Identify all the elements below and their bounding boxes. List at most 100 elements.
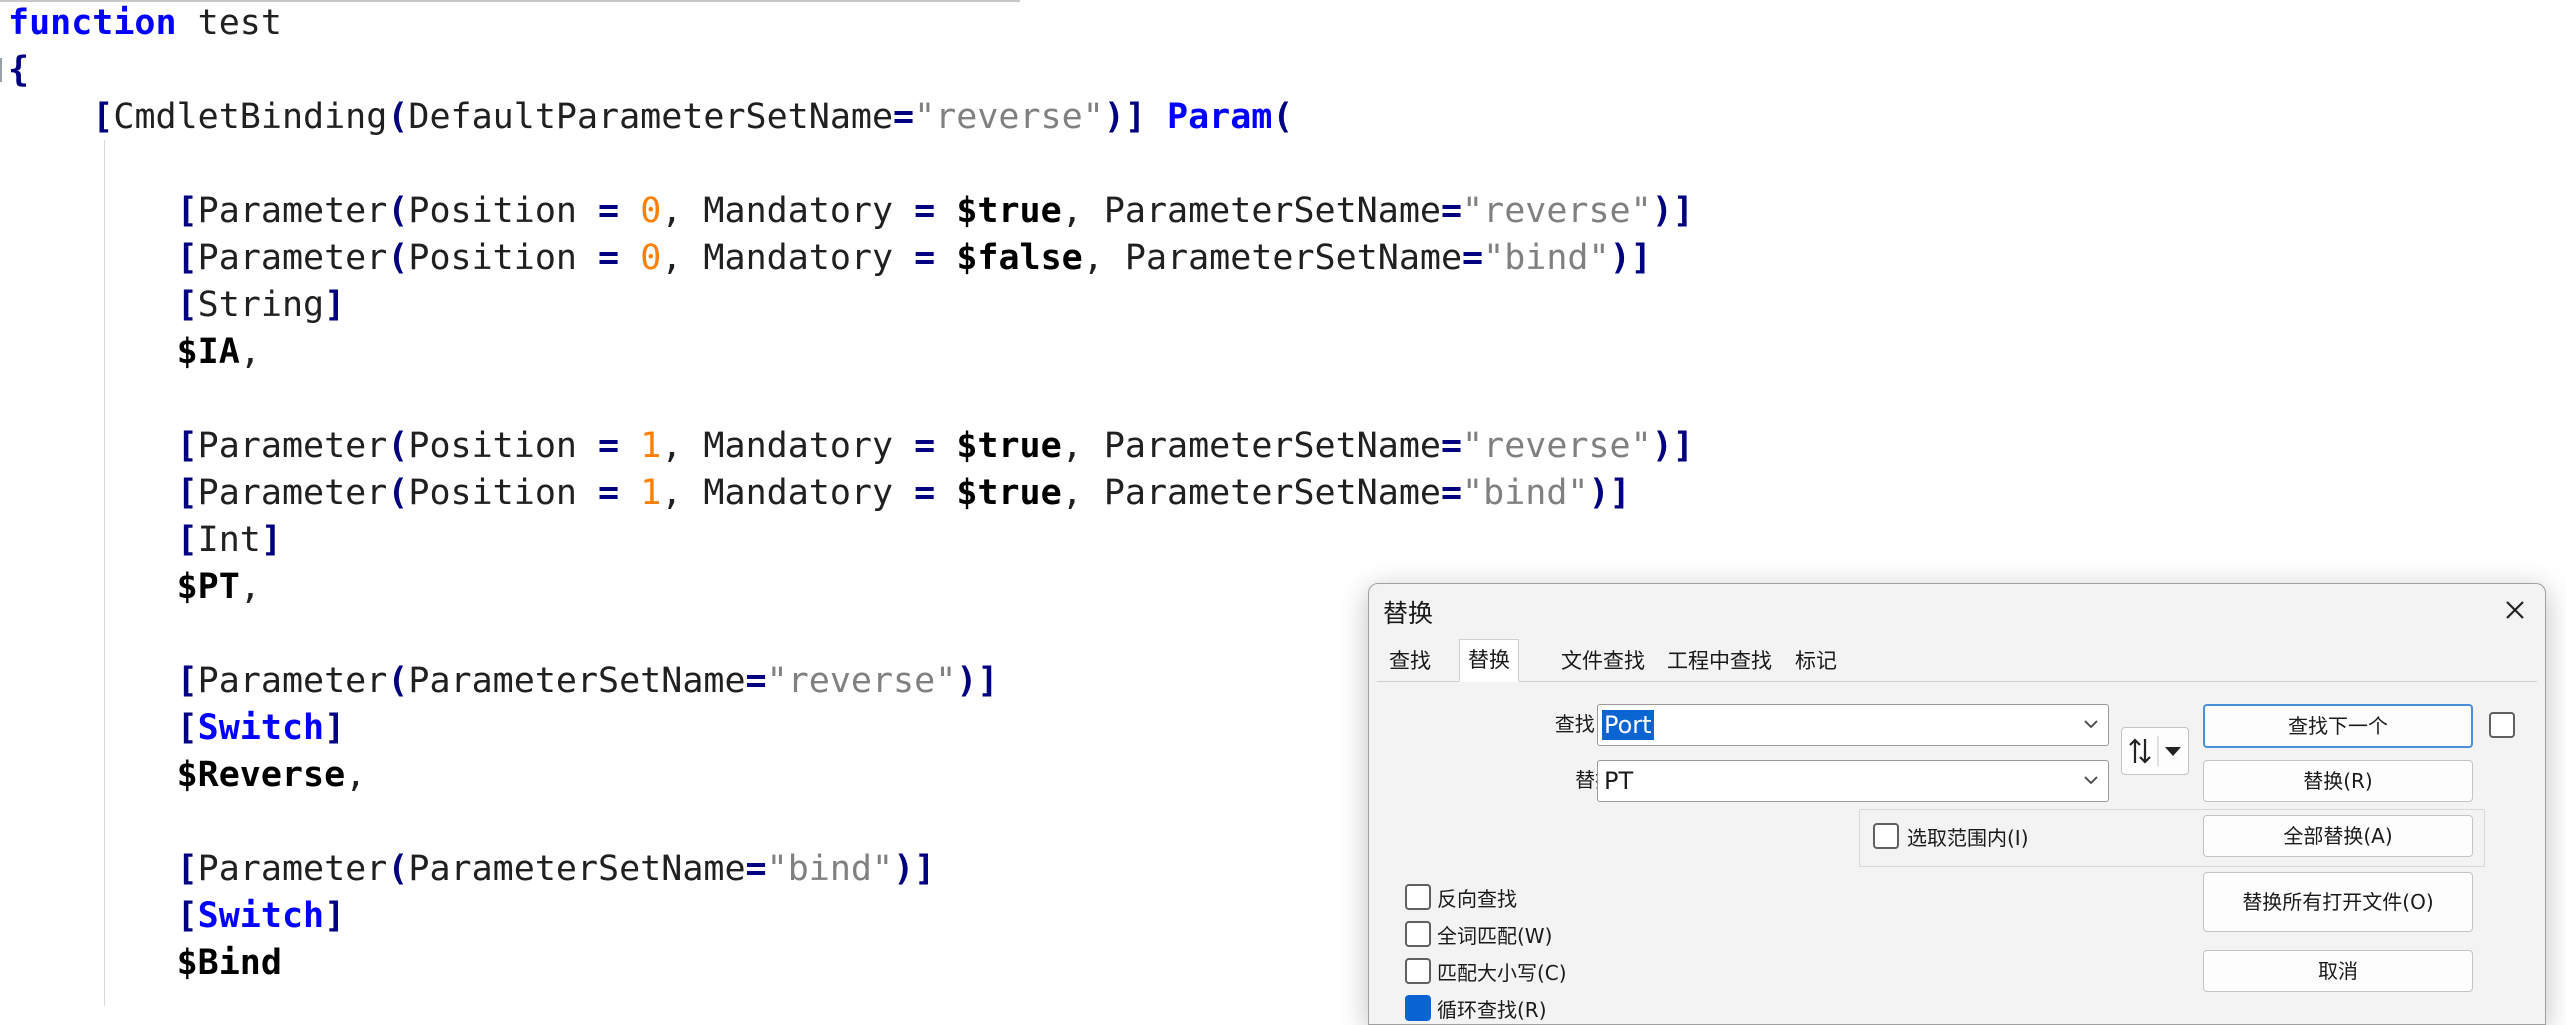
cancel-button[interactable]: 取消 xyxy=(2203,950,2473,992)
code-line[interactable]: [Parameter(Position = 1, Mandatory = $tr… xyxy=(8,470,1631,517)
code-line[interactable]: $IA, xyxy=(8,329,261,376)
code-line[interactable]: [Int] xyxy=(8,517,282,564)
operator-token: = xyxy=(1440,473,1463,513)
dialog-title: 替换 xyxy=(1383,599,1434,628)
code-line[interactable]: [CmdletBinding(DefaultParameterSetName="… xyxy=(8,94,1293,141)
swap-arrows-icon xyxy=(2129,736,2181,766)
text-token: Int xyxy=(197,520,261,560)
text-token: , xyxy=(345,755,367,795)
code-line[interactable]: $PT, xyxy=(8,564,261,611)
text-token: Position xyxy=(408,191,599,231)
tab-replace[interactable]: 替换 xyxy=(1459,639,1519,682)
variable-token: $IA xyxy=(176,332,240,372)
string-token: "reverse" xyxy=(914,97,1104,137)
reverse-search-checkbox[interactable] xyxy=(1405,884,1431,910)
find-input[interactable]: Port xyxy=(1597,704,2109,746)
replace-input[interactable]: PT xyxy=(1597,760,2109,802)
code-line[interactable]: [String] xyxy=(8,282,346,329)
replace-button[interactable]: 替换(R) xyxy=(2203,760,2473,802)
match-case-checkbox[interactable] xyxy=(1405,958,1431,984)
chevron-down-icon[interactable] xyxy=(2082,715,2100,733)
variable-token: $PT xyxy=(176,567,240,607)
bracket-token: ] xyxy=(324,708,346,748)
bracket-token: [ xyxy=(176,849,198,889)
swap-direction-button[interactable] xyxy=(2121,727,2189,775)
wrap-around-checkbox[interactable] xyxy=(1405,995,1431,1021)
operator-token: = xyxy=(914,191,936,231)
text-token: , Mandatory xyxy=(661,238,915,278)
chevron-down-icon[interactable] xyxy=(2082,771,2100,789)
keyword-token: Param xyxy=(1167,97,1273,137)
bracket-token: [ xyxy=(176,426,198,466)
bracket-token: [ xyxy=(176,238,198,278)
close-icon[interactable] xyxy=(2497,592,2533,628)
string-token: "bind" xyxy=(1462,473,1589,513)
operator-token: = xyxy=(1440,191,1463,231)
string-token: "reverse" xyxy=(1462,191,1652,231)
operator-token: = xyxy=(598,426,620,466)
operator-token: = xyxy=(1462,238,1484,278)
bracket-token: )] xyxy=(1588,473,1631,513)
text-token: , ParameterSetName xyxy=(1061,473,1441,513)
find-next-button[interactable]: 查找下一个 xyxy=(2203,704,2473,748)
number-token: 0 xyxy=(640,191,662,231)
operator-token: = xyxy=(745,661,767,701)
operator-token: = xyxy=(914,473,936,513)
bracket-token: ( xyxy=(387,191,409,231)
text-token: ParameterSetName xyxy=(408,849,746,889)
code-line[interactable]: [Parameter(ParameterSetName="reverse")] xyxy=(8,658,999,705)
tab-find-in-files[interactable]: 文件查找 xyxy=(1553,643,1653,679)
replace-dialog: 替换 查找 替换 文件查找 工程中查找 标记 查找目标(F) : Port 替换… xyxy=(1368,583,2546,1025)
code-line[interactable]: [Switch] xyxy=(8,893,346,940)
tab-find[interactable]: 查找 xyxy=(1381,643,1439,679)
whole-word-label: 全词匹配(W) xyxy=(1437,924,1553,948)
code-line[interactable]: [Switch] xyxy=(8,705,346,752)
variable-token: $Bind xyxy=(176,943,282,983)
bracket-token: )] xyxy=(956,661,999,701)
find-value: Port xyxy=(1602,710,1654,740)
text-token: Parameter xyxy=(197,661,388,701)
code-line[interactable]: $Reverse, xyxy=(8,752,367,799)
code-line[interactable]: $Bind xyxy=(8,940,282,987)
variable-token: $true xyxy=(956,426,1062,466)
operator-token: = xyxy=(893,97,915,137)
code-line[interactable]: [Parameter(Position = 0, Mandatory = $tr… xyxy=(8,188,1694,235)
bracket-token: ( xyxy=(387,97,409,137)
bracket-token: [ xyxy=(176,191,198,231)
text-token: , Mandatory xyxy=(661,191,915,231)
code-line[interactable]: [Parameter(ParameterSetName="bind")] xyxy=(8,846,936,893)
text-token: Position xyxy=(408,426,599,466)
tab-mark[interactable]: 标记 xyxy=(1787,643,1845,679)
operator-token: = xyxy=(598,238,620,278)
bracket-token: ] xyxy=(260,520,282,560)
code-line[interactable]: [Parameter(Position = 1, Mandatory = $tr… xyxy=(8,423,1694,470)
whole-word-checkbox[interactable] xyxy=(1405,921,1431,947)
replace-all-button[interactable]: 全部替换(A) xyxy=(2203,815,2473,857)
code-line[interactable]: { xyxy=(8,47,29,94)
in-selection-checkbox[interactable] xyxy=(1873,823,1899,849)
transparency-checkbox[interactable] xyxy=(2489,712,2515,738)
code-line[interactable]: function test xyxy=(8,0,282,47)
bracket-token: ] xyxy=(324,896,346,936)
variable-token: $Reverse xyxy=(176,755,346,795)
text-token: Position xyxy=(408,238,599,278)
tab-find-in-project[interactable]: 工程中查找 xyxy=(1659,643,1780,679)
bracket-token: ( xyxy=(387,473,409,513)
bracket-token: [ xyxy=(176,520,198,560)
type-token: Switch xyxy=(197,708,325,748)
replace-all-open-files-button[interactable]: 替换所有打开文件(O) xyxy=(2203,872,2473,932)
code-line[interactable]: [Parameter(Position = 0, Mandatory = $fa… xyxy=(8,235,1652,282)
